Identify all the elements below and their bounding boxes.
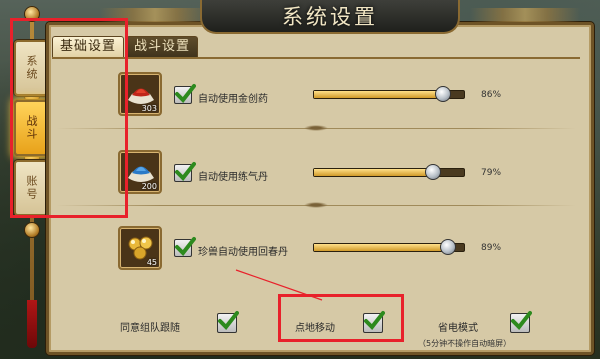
pet-auto-use-huichun-label: 珍兽自动使用回春丹 [198, 247, 288, 258]
red-powder-art [128, 88, 154, 104]
row-divider [56, 125, 576, 131]
lianqi-threshold-slider[interactable] [313, 164, 465, 180]
checkmark-icon [175, 84, 196, 104]
ornament-icon [24, 222, 40, 238]
side-tab-system[interactable]: 系统 [14, 40, 48, 96]
slider-fill [314, 244, 448, 251]
pet-auto-use-huichun-checkbox[interactable] [174, 237, 196, 257]
item-count: 200 [141, 182, 157, 191]
title-ornament-right [470, 8, 580, 22]
slider-fill [314, 169, 433, 176]
checkmark-icon [175, 162, 196, 182]
blue-powder-art [128, 166, 154, 182]
auto-use-lianqi-label: 自动使用练气丹 [198, 172, 268, 183]
row-divider [56, 202, 576, 208]
tassel [27, 300, 37, 348]
auto-use-jinchuang-label: 自动使用金创药 [198, 94, 268, 105]
tap-to-move-label: 点地移动 [295, 323, 335, 334]
power-saving-note: （5分钟不操作自动暗屏） [418, 339, 512, 348]
team-follow-label: 同意组队跟随 [120, 323, 180, 334]
red-powder-potion-icon[interactable]: 303 [118, 72, 162, 116]
slider-knob[interactable] [424, 164, 441, 180]
blue-powder-potion-icon[interactable]: 200 [118, 150, 162, 194]
item-count: 45 [146, 258, 157, 267]
side-tab-battle[interactable]: 战斗 [14, 100, 48, 156]
slider-knob[interactable] [435, 86, 451, 102]
jinchuang-threshold-slider[interactable] [313, 86, 465, 102]
checkmark-icon [175, 237, 196, 257]
jinchuang-percent: 86% [481, 90, 502, 100]
title-ornament-left [100, 8, 210, 22]
ornament-icon [24, 6, 40, 22]
tap-to-move-checkbox[interactable] [363, 311, 385, 333]
auto-use-jinchuang-checkbox[interactable] [174, 84, 196, 104]
auto-use-lianqi-checkbox[interactable] [174, 162, 196, 182]
slider-fill [314, 91, 443, 98]
side-tab-account[interactable]: 账号 [14, 160, 48, 216]
tab-bar: 基础设置 战斗设置 [52, 36, 199, 58]
tab-basic-settings[interactable]: 基础设置 [52, 36, 125, 58]
checkmark-icon [218, 311, 239, 331]
lianqi-percent: 79% [481, 168, 502, 178]
window-title: 系统设置 [200, 0, 460, 34]
checkmark-icon [511, 311, 532, 331]
power-saving-label: 省电模式 [438, 323, 478, 334]
tab-underline [52, 57, 580, 59]
item-count: 303 [141, 104, 157, 113]
huichun-threshold-slider[interactable] [313, 239, 465, 255]
window-title-text: 系统设置 [282, 5, 378, 29]
team-follow-checkbox[interactable] [217, 311, 239, 333]
tab-battle-settings[interactable]: 战斗设置 [126, 36, 199, 58]
gold-pill-icon[interactable]: 45 [118, 226, 162, 270]
slider-knob[interactable] [439, 239, 456, 255]
power-saving-checkbox[interactable] [510, 311, 532, 333]
gold-pill-art [128, 236, 153, 260]
checkmark-icon [364, 311, 385, 331]
huichun-percent: 89% [481, 243, 502, 253]
